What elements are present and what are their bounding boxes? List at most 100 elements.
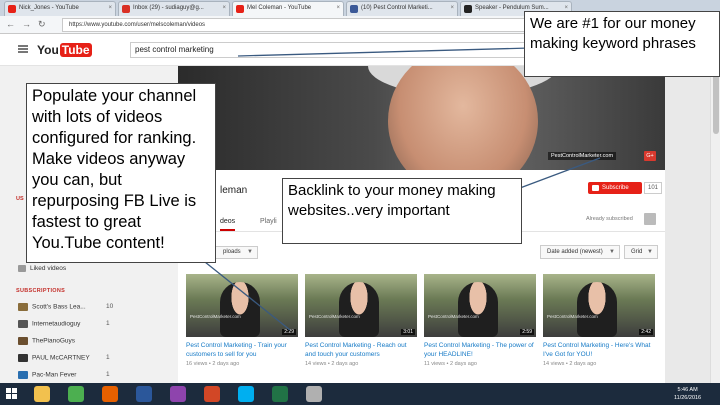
sidebar-subscription-item[interactable]: Pac-Man Fever 1 bbox=[18, 371, 110, 379]
subscription-name: Internetaudioguy bbox=[32, 320, 81, 328]
taskbar-excel-icon[interactable] bbox=[272, 386, 288, 402]
view-label: Grid bbox=[631, 249, 643, 255]
chevron-down-icon: ▼ bbox=[647, 249, 653, 255]
video-card[interactable]: PestControlMarketer.com 3:01 Pest Control … bbox=[305, 274, 417, 374]
video-meta: 14 views • 2 days ago bbox=[543, 361, 597, 367]
subscription-count: 10 bbox=[106, 303, 114, 310]
thumbnail-watermark: PestControlMarketer.com bbox=[309, 314, 360, 319]
annotation-populate: Populate your channel with lots of video… bbox=[26, 83, 216, 263]
tab-videos[interactable]: deos bbox=[220, 218, 236, 231]
taskbar-word-icon[interactable] bbox=[136, 386, 152, 402]
thumbnail-watermark: PestControlMarketer.com bbox=[547, 314, 598, 319]
page-scrollbar[interactable] bbox=[710, 34, 720, 383]
taskbar-file-explorer-icon[interactable] bbox=[34, 386, 50, 402]
subscription-name: Pac-Man Fever bbox=[32, 371, 77, 379]
close-tab-icon[interactable]: × bbox=[450, 2, 454, 15]
tab-playlists[interactable]: Playli bbox=[260, 218, 277, 225]
video-views: 11 views bbox=[424, 361, 445, 367]
tab-favicon-icon bbox=[8, 5, 16, 13]
browser-tab[interactable]: Nick_Jones - YouTube × bbox=[4, 1, 116, 16]
browser-tab[interactable]: Mel Coleman - YouTube × bbox=[232, 1, 344, 16]
browser-tab[interactable]: Inbox (29) - sudiaguy@g... × bbox=[118, 1, 230, 16]
video-duration: 2:42 bbox=[639, 329, 653, 335]
sidebar-subscription-item[interactable]: Internetaudioguy 1 bbox=[18, 320, 110, 328]
video-title[interactable]: Pest Control Marketing - Here's What I'v… bbox=[543, 341, 655, 359]
sidebar-item-liked-videos[interactable]: Liked videos bbox=[18, 265, 66, 272]
back-icon[interactable]: ← bbox=[6, 19, 15, 29]
taskbar-firefox-icon[interactable] bbox=[102, 386, 118, 402]
reload-icon[interactable]: ↻ bbox=[38, 19, 46, 30]
sort-dropdown[interactable]: Date added (newest) ▼ bbox=[540, 245, 620, 259]
close-tab-icon[interactable]: × bbox=[336, 2, 340, 15]
video-title[interactable]: Pest Control Marketing - Train your cust… bbox=[186, 341, 298, 359]
already-subscribed-label: Already subscribed bbox=[586, 216, 633, 222]
thumbs-up-icon bbox=[18, 265, 26, 272]
menu-icon[interactable] bbox=[18, 45, 28, 53]
clock-time: 5:46 AM bbox=[677, 387, 698, 393]
logo-you: You bbox=[37, 43, 59, 57]
channel-avatar bbox=[18, 371, 28, 379]
tab-label: Inbox (29) - sudiaguy@g... bbox=[133, 5, 204, 11]
search-input[interactable]: pest control marketing bbox=[130, 42, 525, 58]
close-tab-icon[interactable]: × bbox=[108, 2, 112, 15]
video-meta: 11 views • 2 days ago bbox=[424, 361, 477, 367]
view-dropdown[interactable]: Grid ▼ bbox=[624, 245, 658, 259]
video-age: 2 days ago bbox=[569, 361, 597, 367]
tab-label: Mel Coleman - YouTube bbox=[247, 5, 312, 11]
video-thumbnail[interactable]: PestControlMarketer.com 2:59 bbox=[424, 274, 536, 337]
tab-favicon-icon bbox=[464, 5, 472, 13]
taskbar-powerpoint-icon[interactable] bbox=[204, 386, 220, 402]
video-card[interactable]: PestControlMarketer.com 2:59 Pest Control … bbox=[424, 274, 536, 374]
forward-icon[interactable]: → bbox=[22, 19, 31, 29]
subscription-name: ThePianoGuys bbox=[32, 337, 75, 345]
logo-tube: Tube bbox=[59, 43, 92, 57]
subscribe-button[interactable]: Subscribe bbox=[588, 182, 642, 194]
channel-avatar bbox=[18, 337, 28, 345]
sidebar-heading-fragment: US bbox=[16, 196, 24, 202]
video-thumbnail[interactable]: PestControlMarketer.com 3:01 bbox=[305, 274, 417, 337]
windows-start-icon[interactable] bbox=[6, 388, 18, 400]
sidebar-item-label: Liked videos bbox=[30, 265, 67, 273]
video-views: 14 views bbox=[543, 361, 565, 367]
video-card[interactable]: PestControlMarketer.com 2:29 Pest Control … bbox=[186, 274, 298, 374]
sidebar-subscription-item[interactable]: ThePianoGuys bbox=[18, 337, 75, 345]
presenter-figure bbox=[339, 282, 379, 337]
chevron-down-icon: ▼ bbox=[247, 249, 253, 255]
sidebar-subscription-item[interactable]: Scott's Bass Lea... 10 bbox=[18, 303, 113, 311]
close-tab-icon[interactable]: × bbox=[222, 2, 226, 15]
sidebar-subscription-item[interactable]: PAUL McCARTNEY 1 bbox=[18, 354, 110, 362]
taskbar-chrome-icon[interactable] bbox=[68, 386, 84, 402]
windows-taskbar: 5:46 AM 11/26/2016 bbox=[0, 383, 720, 405]
url-input[interactable]: https://www.youtube.com/user/melscoleman… bbox=[62, 18, 532, 32]
video-card[interactable]: PestControlMarketer.com 2:42 Pest Control … bbox=[543, 274, 655, 374]
channel-avatar bbox=[18, 354, 28, 362]
subscriptions-heading: SUBSCRIPTIONS bbox=[16, 288, 66, 294]
subscription-name: Scott's Bass Lea... bbox=[32, 303, 86, 311]
tab-label: Nick_Jones - YouTube bbox=[19, 5, 79, 11]
video-meta: 14 views • 2 days ago bbox=[305, 361, 359, 367]
banner-website-link[interactable]: PestControlMarketer.com bbox=[548, 152, 617, 160]
video-title[interactable]: Pest Control Marketing - Reach out and t… bbox=[305, 341, 417, 359]
tab-label: (10) Pest Control Marketi... bbox=[361, 5, 433, 11]
sort-label: Date added (newest) bbox=[547, 249, 603, 255]
video-duration: 3:01 bbox=[401, 329, 415, 335]
taskbar-skype-icon[interactable] bbox=[238, 386, 254, 402]
tab-favicon-icon bbox=[122, 5, 130, 13]
video-thumbnail[interactable]: PestControlMarketer.com 2:42 bbox=[543, 274, 655, 337]
video-views: 14 views bbox=[305, 361, 327, 367]
subscription-count: 1 bbox=[106, 371, 110, 378]
taskbar-clock[interactable]: 5:46 AM 11/26/2016 bbox=[674, 386, 701, 402]
video-title[interactable]: Pest Control Marketing - The power of yo… bbox=[424, 341, 536, 359]
video-age: 2 days ago bbox=[331, 361, 359, 367]
subscription-count: 1 bbox=[106, 354, 110, 361]
video-meta: 16 views • 2 days ago bbox=[186, 361, 240, 367]
taskbar-media-icon[interactable] bbox=[170, 386, 186, 402]
google-plus-icon[interactable]: G+ bbox=[644, 151, 656, 161]
video-thumbnail[interactable]: PestControlMarketer.com 2:29 bbox=[186, 274, 298, 337]
subscriber-avatar[interactable] bbox=[644, 213, 656, 225]
taskbar-photos-icon[interactable] bbox=[306, 386, 322, 402]
clock-date: 11/26/2016 bbox=[674, 395, 702, 401]
youtube-logo[interactable]: You Tube bbox=[37, 43, 92, 57]
browser-tab[interactable]: (10) Pest Control Marketi... × bbox=[346, 1, 458, 16]
video-views: 16 views bbox=[186, 361, 208, 367]
